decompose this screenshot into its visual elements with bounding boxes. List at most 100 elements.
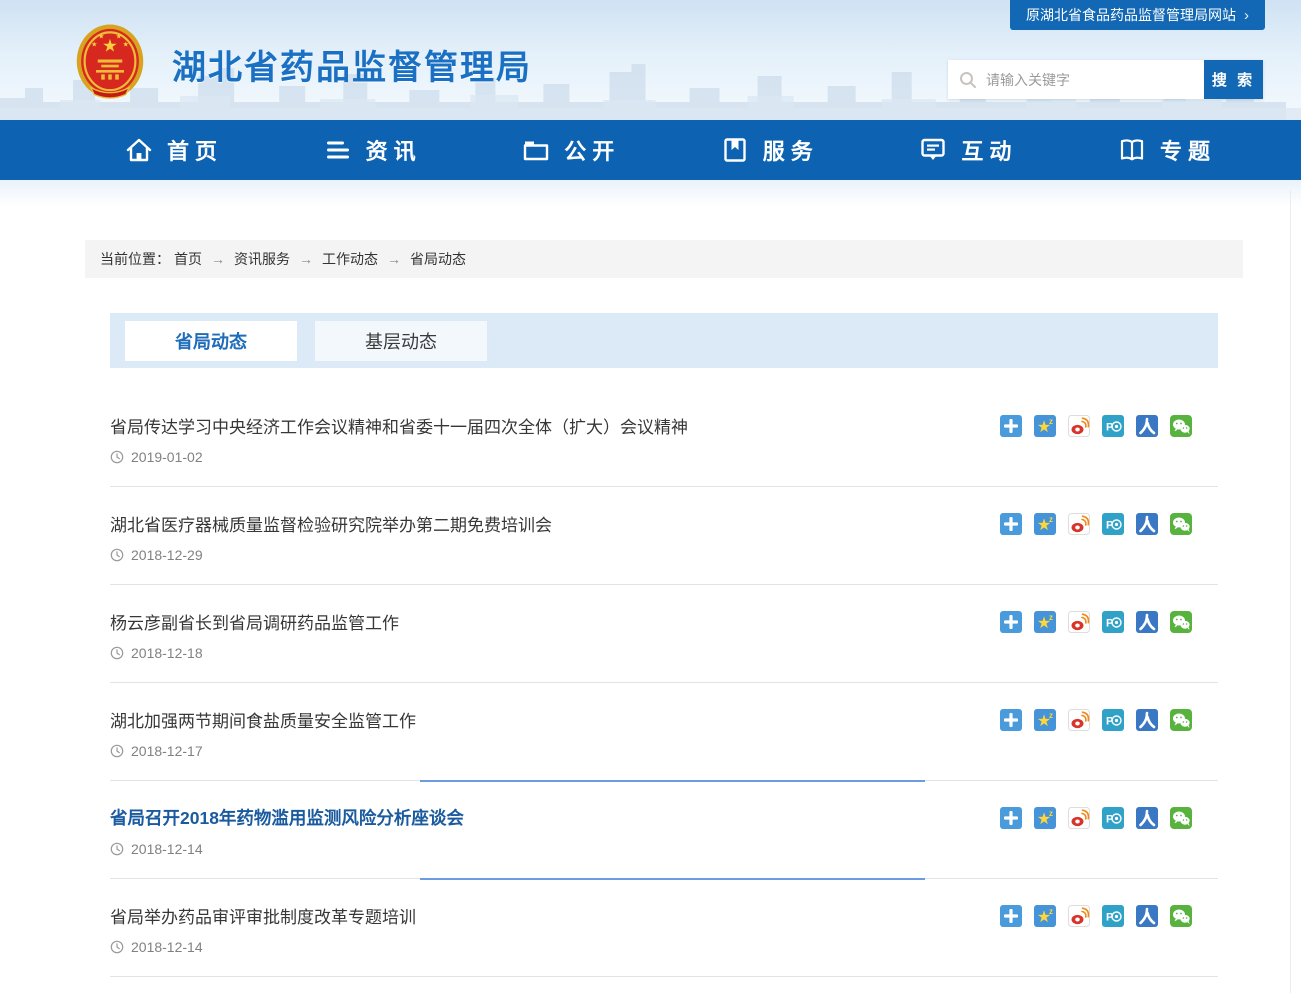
news-row: 省局传达学习中央经济工作会议精神和省委十一届四次全体（扩大）会议精神 ★z P 2… — [110, 389, 1218, 487]
qzone-icon[interactable]: ★z — [1034, 513, 1056, 535]
news-title-link[interactable]: 省局召开2018年药物滥用监测风险分析座谈会 — [110, 805, 464, 830]
share-plus-icon[interactable] — [1000, 807, 1022, 829]
renren-icon[interactable] — [1136, 513, 1158, 535]
tencent-weibo-icon[interactable]: P — [1102, 709, 1124, 731]
news-title-link[interactable]: 省局传达学习中央经济工作会议精神和省委十一届四次全体（扩大）会议精神 — [110, 413, 688, 438]
renren-icon[interactable] — [1136, 905, 1158, 927]
tencent-weibo-icon[interactable]: P — [1102, 807, 1124, 829]
news-row: 湖北加强两节期间食盐质量安全监管工作 ★z P 2018-12-17 — [110, 683, 1218, 781]
news-date: 2018-12-14 — [131, 841, 203, 857]
share-button-group: ★z P — [1000, 807, 1218, 829]
wechat-icon[interactable] — [1170, 807, 1192, 829]
nav-item-1[interactable]: 首页 — [120, 120, 227, 180]
svg-text:z: z — [1049, 907, 1053, 916]
breadcrumb-item[interactable]: 资讯服务 — [234, 251, 290, 267]
navbar-items: 首页 资讯 公开 服务 互动 专题 — [120, 120, 1220, 180]
tencent-weibo-icon[interactable]: P — [1102, 611, 1124, 633]
svg-text:z: z — [1049, 613, 1053, 622]
wechat-icon[interactable] — [1170, 415, 1192, 437]
breadcrumb-separator: → — [211, 251, 225, 267]
svg-text:★: ★ — [116, 33, 122, 41]
renren-icon[interactable] — [1136, 709, 1158, 731]
news-list: 省局传达学习中央经济工作会议精神和省委十一届四次全体（扩大）会议精神 ★z P 2… — [110, 368, 1218, 977]
breadcrumb-item[interactable]: 省局动态 — [410, 251, 466, 267]
wechat-icon[interactable] — [1170, 905, 1192, 927]
nav-item-label: 专题 — [1160, 134, 1216, 166]
svg-text:★: ★ — [98, 33, 104, 41]
weibo-icon[interactable] — [1068, 807, 1090, 829]
news-date: 2018-12-18 — [131, 645, 203, 661]
tencent-weibo-icon[interactable]: P — [1102, 905, 1124, 927]
old-site-link[interactable]: 原湖北省食品药品监督管理局网站 › — [1010, 0, 1265, 30]
old-site-link-label: 原湖北省食品药品监督管理局网站 — [1026, 5, 1236, 25]
main-container: 当前位置： 首页→资讯服务→工作动态→省局动态 省局动态 基层动态 省局传达学习… — [85, 240, 1243, 977]
weibo-icon[interactable] — [1068, 415, 1090, 437]
news-date: 2019-01-02 — [131, 449, 203, 465]
tab-1[interactable]: 省局动态 — [125, 321, 297, 361]
weibo-icon[interactable] — [1068, 513, 1090, 535]
wechat-icon[interactable] — [1170, 611, 1192, 633]
svg-text:z: z — [1049, 809, 1053, 818]
weibo-icon[interactable] — [1068, 905, 1090, 927]
share-button-group: ★z P — [1000, 611, 1218, 633]
search-icon — [958, 70, 978, 90]
share-plus-icon[interactable] — [1000, 415, 1022, 437]
news-row: 湖北省医疗器械质量监督检验研究院举办第二期免费培训会 ★zP 2018-12-2… — [110, 487, 1218, 585]
nav-item-label: 公开 — [564, 134, 620, 166]
svg-text:z: z — [1049, 515, 1053, 524]
nav-item-2[interactable]: 资讯 — [319, 120, 426, 180]
nav-item-label: 互动 — [961, 134, 1017, 166]
wechat-icon[interactable] — [1170, 709, 1192, 731]
share-plus-icon[interactable] — [1000, 905, 1022, 927]
wechat-icon[interactable] — [1170, 513, 1192, 535]
share-button-group: ★z P — [1000, 905, 1218, 927]
renren-icon[interactable] — [1136, 807, 1158, 829]
news-date: 2018-12-17 — [131, 743, 203, 759]
weibo-icon[interactable] — [1068, 611, 1090, 633]
qzone-icon[interactable]: ★z — [1034, 709, 1056, 731]
news-date: 2018-12-14 — [131, 939, 203, 955]
share-plus-icon[interactable] — [1000, 709, 1022, 731]
page-edge-divider — [1290, 190, 1291, 993]
news-title-link[interactable]: 杨云彦副省长到省局调研药品监管工作 — [110, 609, 399, 634]
breadcrumb-item[interactable]: 首页 — [174, 251, 202, 267]
tencent-weibo-icon[interactable]: P — [1102, 513, 1124, 535]
svg-text:z: z — [1049, 711, 1053, 720]
clock-icon — [110, 940, 124, 954]
home-icon — [124, 135, 154, 165]
breadcrumb: 当前位置： 首页→资讯服务→工作动态→省局动态 — [85, 240, 1243, 278]
nav-item-3[interactable]: 公开 — [517, 120, 624, 180]
renren-icon[interactable] — [1136, 611, 1158, 633]
breadcrumb-separator: → — [299, 251, 313, 267]
share-button-group: ★z P — [1000, 513, 1218, 535]
renren-icon[interactable] — [1136, 415, 1158, 437]
tab-2[interactable]: 基层动态 — [315, 321, 487, 361]
tencent-weibo-icon[interactable]: P — [1102, 415, 1124, 437]
nav-item-6[interactable]: 专题 — [1113, 120, 1220, 180]
share-plus-icon[interactable] — [1000, 611, 1022, 633]
open-book-icon — [1117, 135, 1147, 165]
news-title-link[interactable]: 省局举办药品审评审批制度改革专题培训 — [110, 903, 416, 928]
search-button[interactable]: 搜 索 — [1204, 60, 1263, 99]
search-input[interactable] — [986, 72, 1194, 88]
qzone-icon[interactable]: ★z — [1034, 611, 1056, 633]
qzone-icon[interactable]: ★z — [1034, 807, 1056, 829]
share-plus-icon[interactable] — [1000, 513, 1022, 535]
folder-icon — [521, 135, 551, 165]
news-title-link[interactable]: 湖北省医疗器械质量监督检验研究院举办第二期免费培训会 — [110, 511, 552, 536]
clock-icon — [110, 842, 124, 856]
main-navbar: 首页 资讯 公开 服务 互动 专题 — [0, 120, 1301, 180]
nav-item-5[interactable]: 互动 — [914, 120, 1021, 180]
svg-text:★: ★ — [91, 40, 97, 48]
breadcrumb-item[interactable]: 工作动态 — [322, 251, 378, 267]
nav-item-4[interactable]: 服务 — [716, 120, 823, 180]
nav-item-label: 服务 — [763, 134, 819, 166]
news-title-link[interactable]: 湖北加强两节期间食盐质量安全监管工作 — [110, 707, 416, 732]
weibo-icon[interactable] — [1068, 709, 1090, 731]
chat-icon — [918, 135, 948, 165]
qzone-icon[interactable]: ★z — [1034, 415, 1056, 437]
tab-strip: 省局动态 基层动态 — [110, 313, 1218, 368]
national-emblem: ★ ★ ★ ★ ★ — [75, 20, 145, 106]
clock-icon — [110, 450, 124, 464]
qzone-icon[interactable]: ★z — [1034, 905, 1056, 927]
